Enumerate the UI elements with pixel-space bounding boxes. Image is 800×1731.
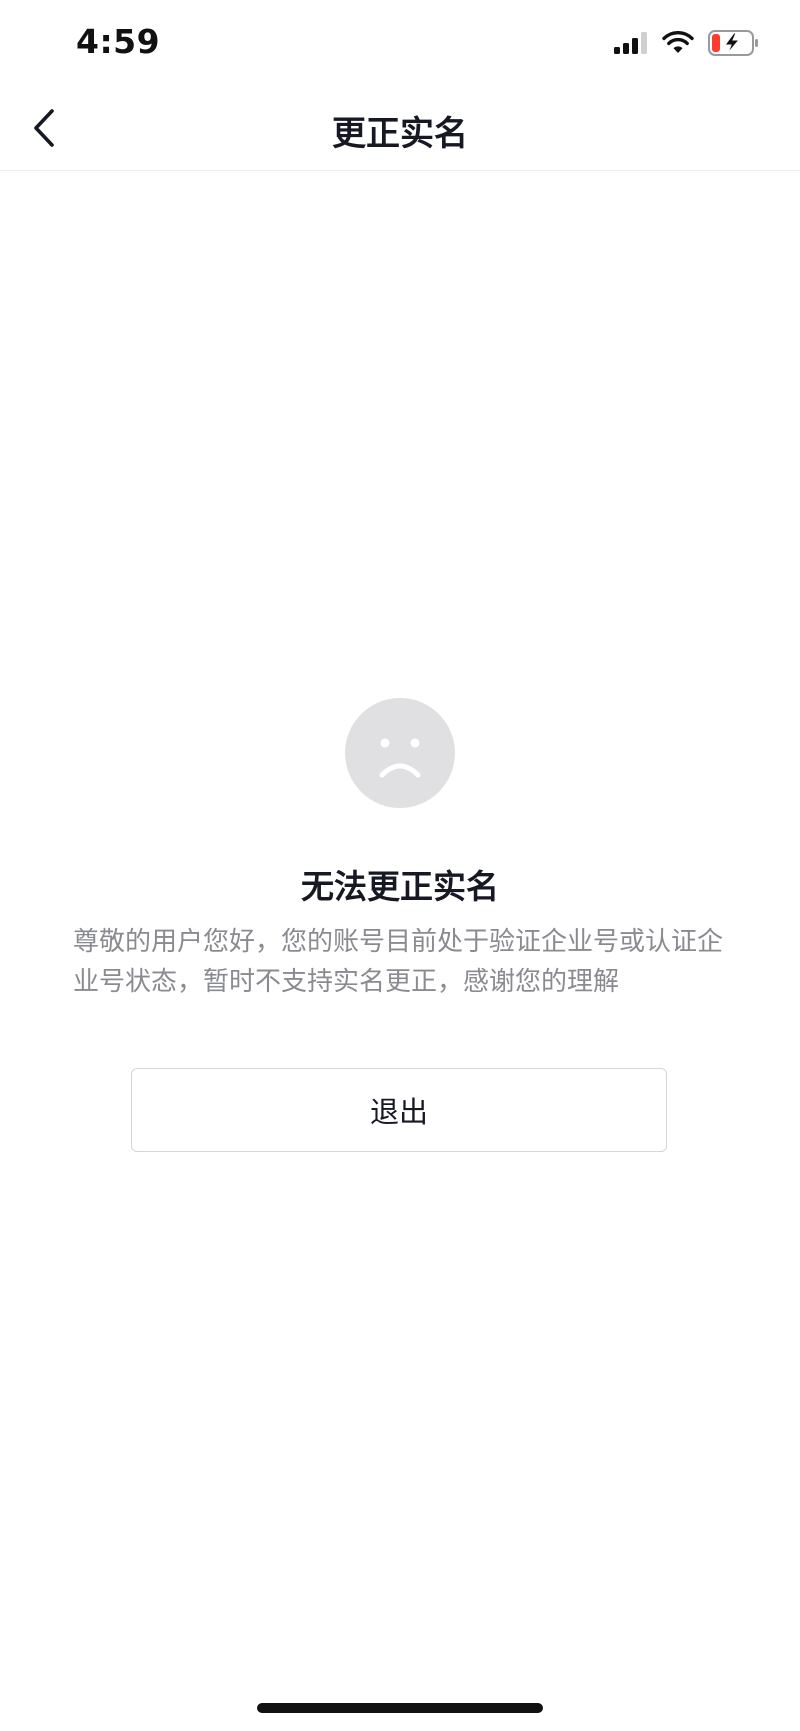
nav-bar: 更正实名 (0, 84, 800, 171)
battery-charging-icon (708, 30, 758, 56)
wifi-icon (662, 31, 694, 53)
home-indicator[interactable] (257, 1703, 543, 1713)
result-description: 尊敬的用户您好，您的账号目前处于验证企业号或认证企业号状态，暂时不支持实名更正，… (73, 927, 724, 997)
result-title: 无法更正实名 (301, 867, 499, 906)
status-icons (614, 29, 760, 57)
status-bar: 4:59 (0, 0, 800, 84)
exit-button[interactable]: 退出 (131, 1068, 667, 1152)
page-title: 更正实名 (332, 114, 468, 154)
status-time: 4:59 (76, 22, 161, 61)
sad-face-icon (345, 698, 455, 808)
signal-icon (614, 32, 647, 54)
